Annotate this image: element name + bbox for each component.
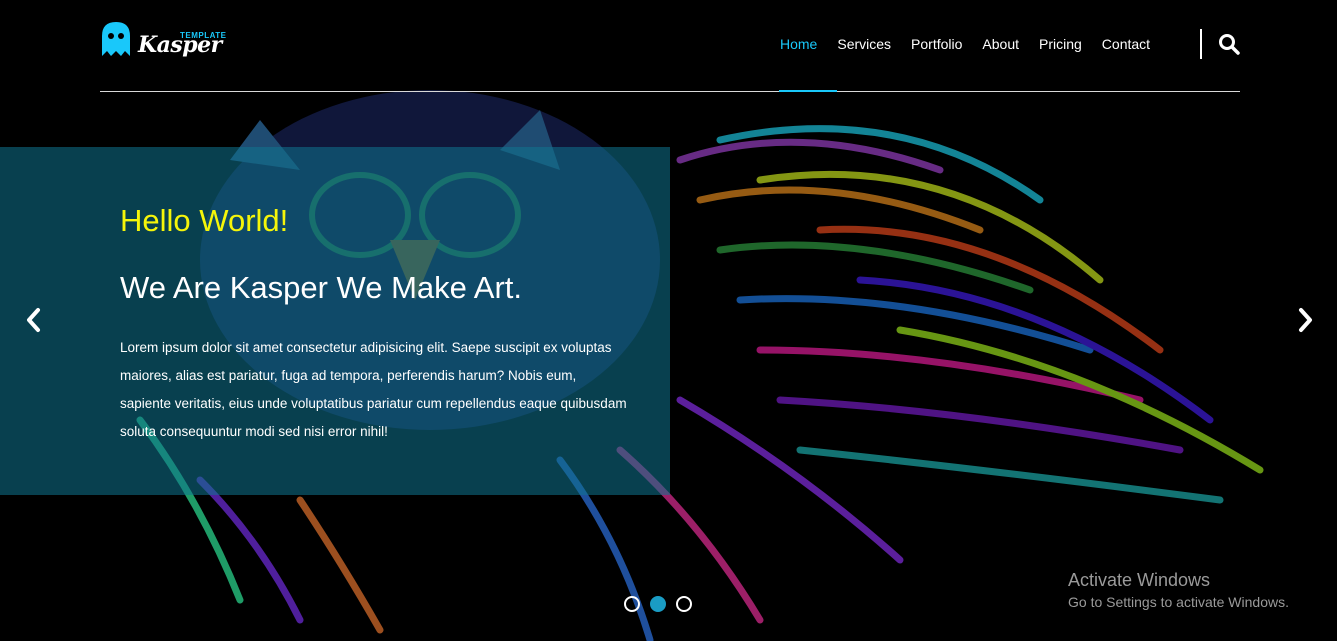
hero-greeting: Hello World! bbox=[120, 203, 289, 238]
main-nav: Home Services Portfolio About Pricing Co… bbox=[780, 34, 1170, 54]
brand-logo[interactable]: TEMPLATE Kasper bbox=[100, 20, 230, 64]
header-divider-line bbox=[100, 91, 1240, 92]
chevron-left-icon[interactable] bbox=[22, 305, 46, 335]
nav-link-portfolio[interactable]: Portfolio bbox=[911, 35, 962, 53]
chevron-right-icon[interactable] bbox=[1293, 305, 1317, 335]
nav-link-about[interactable]: About bbox=[982, 35, 1019, 53]
nav-link-home[interactable]: Home bbox=[780, 35, 817, 53]
activation-subtitle: Go to Settings to activate Windows. bbox=[1068, 594, 1289, 610]
nav-link-contact[interactable]: Contact bbox=[1102, 35, 1150, 53]
slider-bullet-1[interactable] bbox=[624, 596, 640, 612]
nav-active-indicator bbox=[779, 90, 837, 92]
search-icon[interactable] bbox=[1218, 33, 1240, 55]
activation-title: Activate Windows bbox=[1068, 570, 1211, 590]
nav-link-services[interactable]: Services bbox=[837, 35, 891, 53]
slider-bullet-2[interactable] bbox=[650, 596, 666, 612]
windows-activation-watermark: Activate Windows Go to Settings to activ… bbox=[1068, 568, 1289, 612]
ghost-icon bbox=[102, 22, 130, 56]
logo-name: Kasper bbox=[138, 32, 222, 58]
slider-bullet-3[interactable] bbox=[676, 596, 692, 612]
nav-link-pricing[interactable]: Pricing bbox=[1039, 35, 1082, 53]
slider-bullets bbox=[624, 596, 702, 612]
nav-divider bbox=[1200, 29, 1202, 59]
site-header: TEMPLATE Kasper Home Services Portfolio … bbox=[100, 0, 1240, 92]
hero-section: TEMPLATE Kasper Home Services Portfolio … bbox=[0, 0, 1337, 641]
hero-description: Lorem ipsum dolor sit amet consectetur a… bbox=[120, 340, 627, 439]
hero-heading: We Are Kasper We Make Art. bbox=[120, 270, 523, 305]
